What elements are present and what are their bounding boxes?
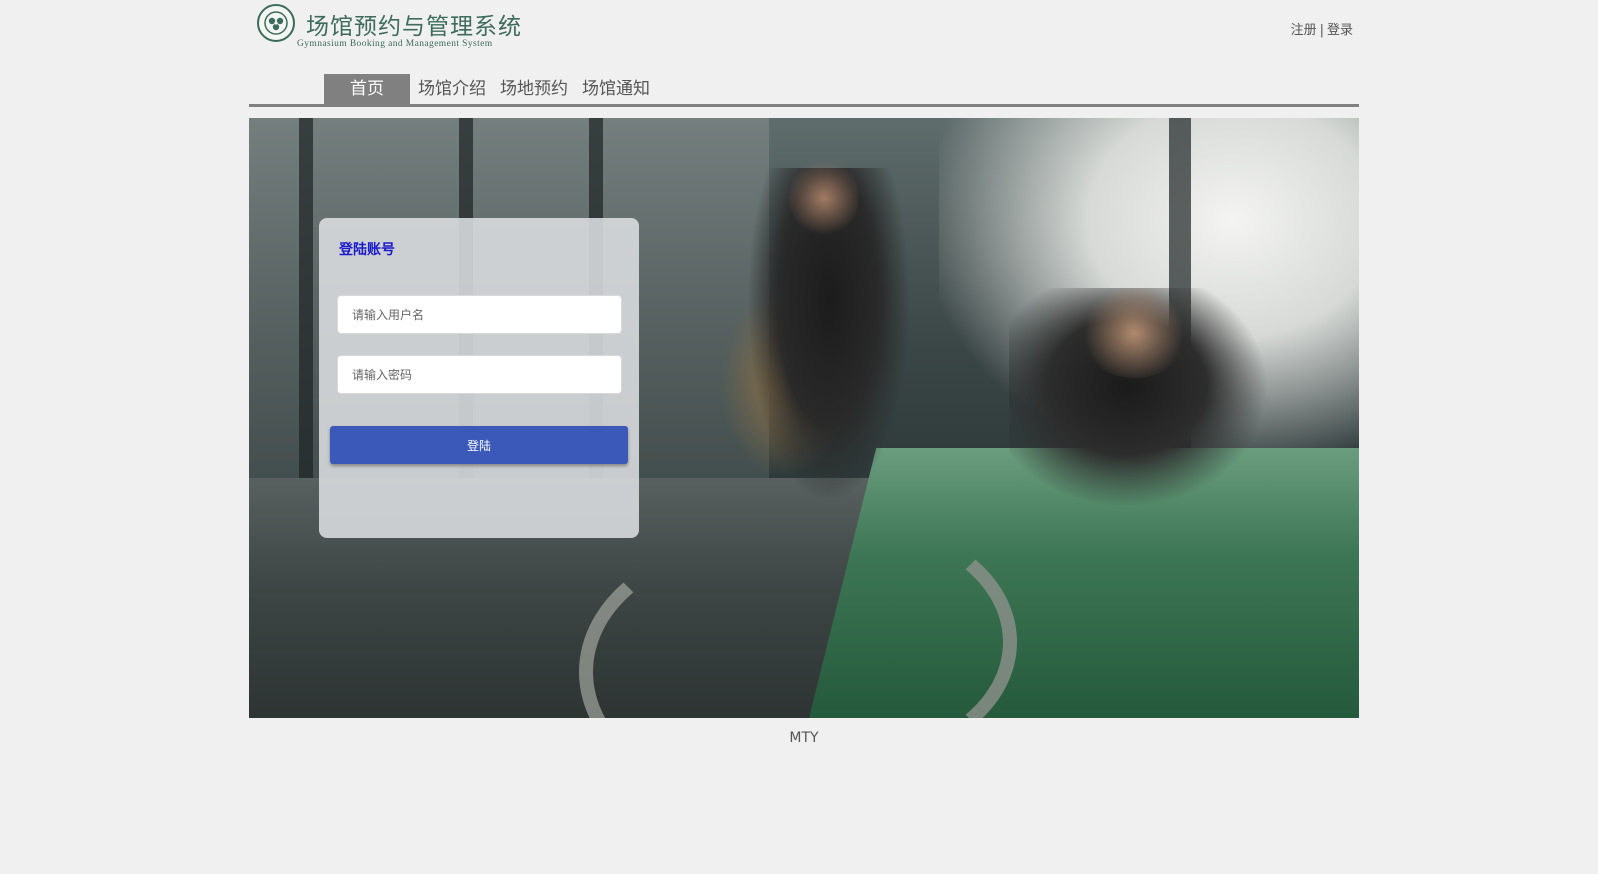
hero-post bbox=[299, 118, 313, 488]
password-input[interactable] bbox=[337, 355, 622, 394]
auth-links: 注册 | 登录 bbox=[1291, 19, 1353, 38]
nav-item-venue-intro[interactable]: 场馆介绍 bbox=[411, 74, 493, 105]
logo-subtitle: Gymnasium Booking and Management System bbox=[297, 39, 493, 49]
register-link[interactable]: 注册 bbox=[1291, 23, 1317, 38]
main-nav: 首页 场馆介绍 场地预约 场馆通知 bbox=[324, 74, 657, 105]
login-link[interactable]: 登录 bbox=[1327, 23, 1353, 38]
hero-banner-image: 登陆账号 登陆 bbox=[249, 118, 1359, 718]
nav-item-booking[interactable]: 场地预约 bbox=[493, 74, 575, 105]
auth-separator: | bbox=[1319, 23, 1324, 38]
login-panel: 登陆账号 登陆 bbox=[319, 218, 639, 538]
nav-divider bbox=[249, 104, 1359, 107]
hero-athlete-skin bbox=[789, 158, 859, 238]
footer-text: MTY bbox=[789, 730, 819, 746]
hero-athlete-skin bbox=[1079, 288, 1189, 378]
logo-emblem-icon bbox=[257, 4, 295, 42]
logo-title: 场馆预约与管理系统 bbox=[306, 14, 522, 40]
site-logo[interactable]: 场馆预约与管理系统 Gymnasium Booking and Manageme… bbox=[257, 4, 547, 54]
login-submit-button[interactable]: 登陆 bbox=[330, 426, 628, 464]
username-input[interactable] bbox=[337, 295, 622, 334]
nav-item-home[interactable]: 首页 bbox=[324, 74, 410, 105]
nav-item-notices[interactable]: 场馆通知 bbox=[575, 74, 657, 105]
login-title: 登陆账号 bbox=[339, 242, 395, 258]
